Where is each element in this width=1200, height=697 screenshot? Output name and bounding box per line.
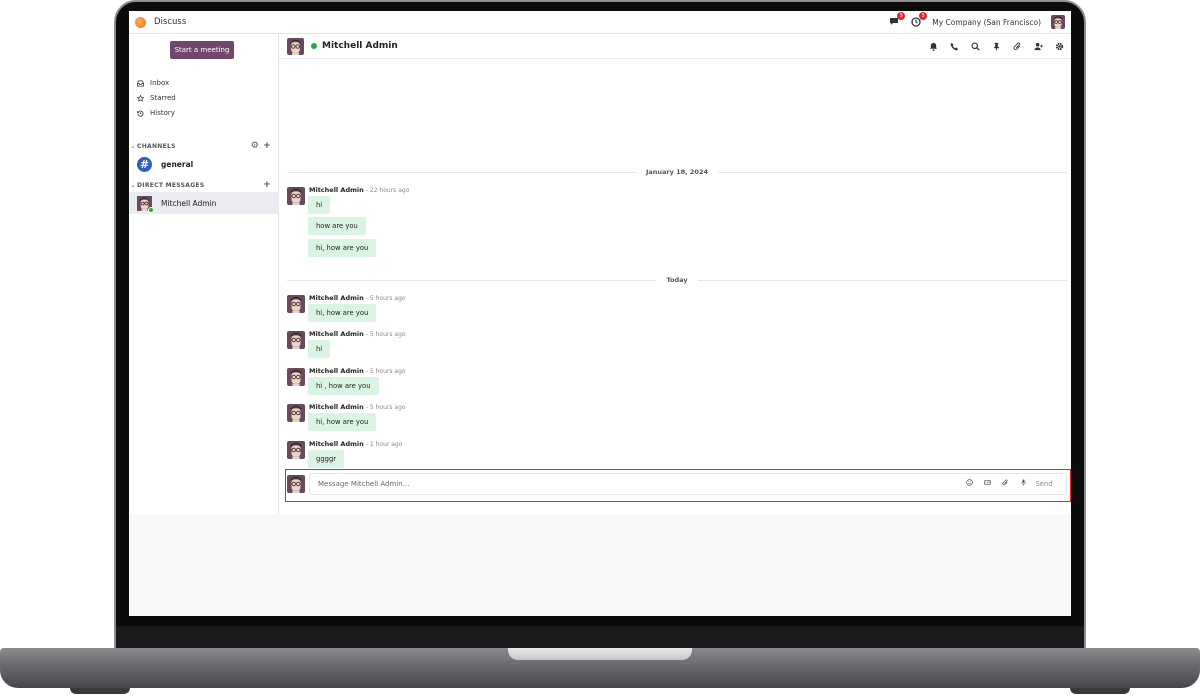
channels-heading-label: CHANNELS — [137, 142, 176, 150]
add-channel-icon[interactable]: + — [263, 141, 271, 151]
message-bubble[interactable]: ggggr — [308, 450, 345, 468]
gear-icon[interactable] — [1054, 41, 1065, 52]
laptop-foot-right — [1070, 688, 1130, 694]
paperclip-icon[interactable] — [1001, 478, 1010, 487]
message-meta: Mitchell Admin - 5 hours ago — [309, 367, 406, 375]
inbox-icon — [137, 79, 144, 87]
activity-badge: 5 — [919, 12, 928, 20]
star-icon — [137, 94, 144, 102]
gear-icon[interactable]: ⚙ — [251, 141, 259, 151]
sidebar-item-general[interactable]: # general — [129, 153, 279, 175]
screen: Discuss 5 5 My Company (San Francisco) S… — [129, 11, 1071, 616]
microphone-icon[interactable] — [1019, 478, 1028, 487]
thread-header: Mitchell Admin — [279, 34, 1071, 59]
navbar-right: 5 5 My Company (San Francisco) — [888, 12, 1065, 29]
app-name[interactable]: Discuss — [154, 17, 186, 27]
avatar[interactable] — [287, 331, 305, 349]
avatar — [137, 195, 154, 213]
laptop-notch — [508, 648, 692, 660]
message-meta: Mitchell Admin - 22 hours ago — [309, 186, 409, 194]
add-direct-message-icon[interactable]: + — [263, 180, 271, 190]
pin-icon[interactable] — [991, 41, 1002, 52]
message-author[interactable]: Mitchell Admin — [309, 440, 364, 448]
thread-title: Mitchell Admin — [322, 41, 398, 51]
chevron-down-icon[interactable]: ⌄ — [129, 143, 137, 150]
emoji-icon[interactable] — [965, 478, 974, 487]
bell-icon[interactable] — [928, 41, 939, 52]
avatar — [287, 475, 305, 493]
sidebar-item-mitchell-admin[interactable]: Mitchell Admin — [129, 192, 279, 214]
message-bubble[interactable]: hi — [308, 340, 331, 358]
online-status-dot — [148, 206, 154, 213]
activity-clock-icon[interactable]: 5 — [910, 12, 928, 28]
message-bubble[interactable]: how are you — [308, 217, 366, 235]
chat-icon[interactable]: 5 — [888, 12, 906, 28]
user-avatar[interactable] — [1051, 15, 1065, 29]
start-meeting-button[interactable]: Start a meeting — [170, 41, 234, 59]
channels-heading[interactable]: ⌄ CHANNELS ⚙ + — [129, 141, 279, 151]
thread-toolbar — [928, 41, 1065, 52]
paperclip-icon[interactable] — [1012, 41, 1023, 52]
message-bubble[interactable]: hi, how are you — [308, 239, 377, 257]
gif-icon[interactable] — [983, 478, 992, 487]
date-separator-label: Today — [666, 276, 688, 284]
message-meta: Mitchell Admin - 5 hours ago — [309, 294, 406, 302]
add-user-icon[interactable] — [1033, 41, 1044, 52]
message-bubble[interactable]: hi, how are you — [308, 304, 377, 322]
dm-label: Mitchell Admin — [161, 198, 217, 208]
avatar[interactable] — [287, 441, 305, 459]
message-time: - 5 hours ago — [365, 404, 406, 411]
direct-messages-heading-label: DIRECT MESSAGES — [137, 181, 205, 189]
sidebar-item-label: History — [150, 109, 175, 117]
company-switcher[interactable]: My Company (San Francisco) — [932, 18, 1041, 27]
date-separator: Today — [287, 275, 1067, 285]
top-navbar: Discuss 5 5 My Company (San Francisco) — [129, 11, 1071, 34]
message-author[interactable]: Mitchell Admin — [309, 294, 364, 302]
sidebar-item-label: Starred — [150, 94, 176, 102]
hash-icon: # — [137, 156, 152, 172]
message-time: - 22 hours ago — [365, 187, 410, 194]
message-meta: Mitchell Admin - 5 hours ago — [309, 330, 406, 338]
sidebar: Start a meeting Inbox Starred History ⌄ … — [129, 34, 279, 514]
history-icon — [137, 110, 144, 117]
phone-icon[interactable] — [949, 41, 960, 52]
channel-label: general — [161, 159, 194, 169]
laptop-chin — [116, 626, 1084, 650]
chevron-down-icon[interactable]: ⌄ — [129, 182, 137, 189]
message-time: - 5 hours ago — [365, 331, 406, 338]
date-separator-label: January 18, 2024 — [645, 168, 709, 176]
avatar[interactable] — [287, 295, 305, 313]
sidebar-item-label: Inbox — [150, 79, 170, 87]
message-meta: Mitchell Admin - 1 hour ago — [309, 440, 402, 448]
chat-badge: 5 — [897, 12, 906, 20]
message-bubble[interactable]: hi , how are you — [308, 377, 379, 395]
message-time: - 5 hours ago — [365, 368, 406, 375]
app-logo-icon[interactable] — [135, 16, 146, 28]
avatar[interactable] — [287, 404, 305, 422]
message-meta: Mitchell Admin - 5 hours ago — [309, 403, 406, 411]
avatar[interactable] — [287, 368, 305, 386]
message-input[interactable] — [309, 473, 1067, 495]
direct-messages-heading[interactable]: ⌄ DIRECT MESSAGES + — [129, 180, 279, 190]
sidebar-item-inbox[interactable]: Inbox — [137, 79, 169, 87]
message-author[interactable]: Mitchell Admin — [309, 186, 364, 194]
sidebar-item-history[interactable]: History — [137, 109, 175, 117]
message-bubble[interactable]: hi — [308, 196, 331, 214]
message-author[interactable]: Mitchell Admin — [309, 330, 364, 338]
sidebar-item-starred[interactable]: Starred — [137, 94, 176, 102]
send-button[interactable]: Send — [1029, 477, 1059, 491]
search-icon[interactable] — [970, 41, 981, 52]
avatar[interactable] — [287, 187, 305, 205]
laptop-foot-left — [70, 688, 130, 694]
composer-toolbar — [965, 478, 1028, 487]
thread-panel: Mitchell Admin January 18, 2024 Mitchell… — [279, 34, 1071, 514]
message-author[interactable]: Mitchell Admin — [309, 367, 364, 375]
message-author[interactable]: Mitchell Admin — [309, 403, 364, 411]
message-bubble[interactable]: hi, how are you — [308, 413, 377, 431]
avatar[interactable] — [287, 37, 304, 55]
message-time: - 5 hours ago — [365, 295, 406, 302]
online-status-dot — [311, 43, 317, 49]
date-separator: January 18, 2024 — [287, 167, 1067, 177]
message-time: - 1 hour ago — [365, 441, 403, 448]
